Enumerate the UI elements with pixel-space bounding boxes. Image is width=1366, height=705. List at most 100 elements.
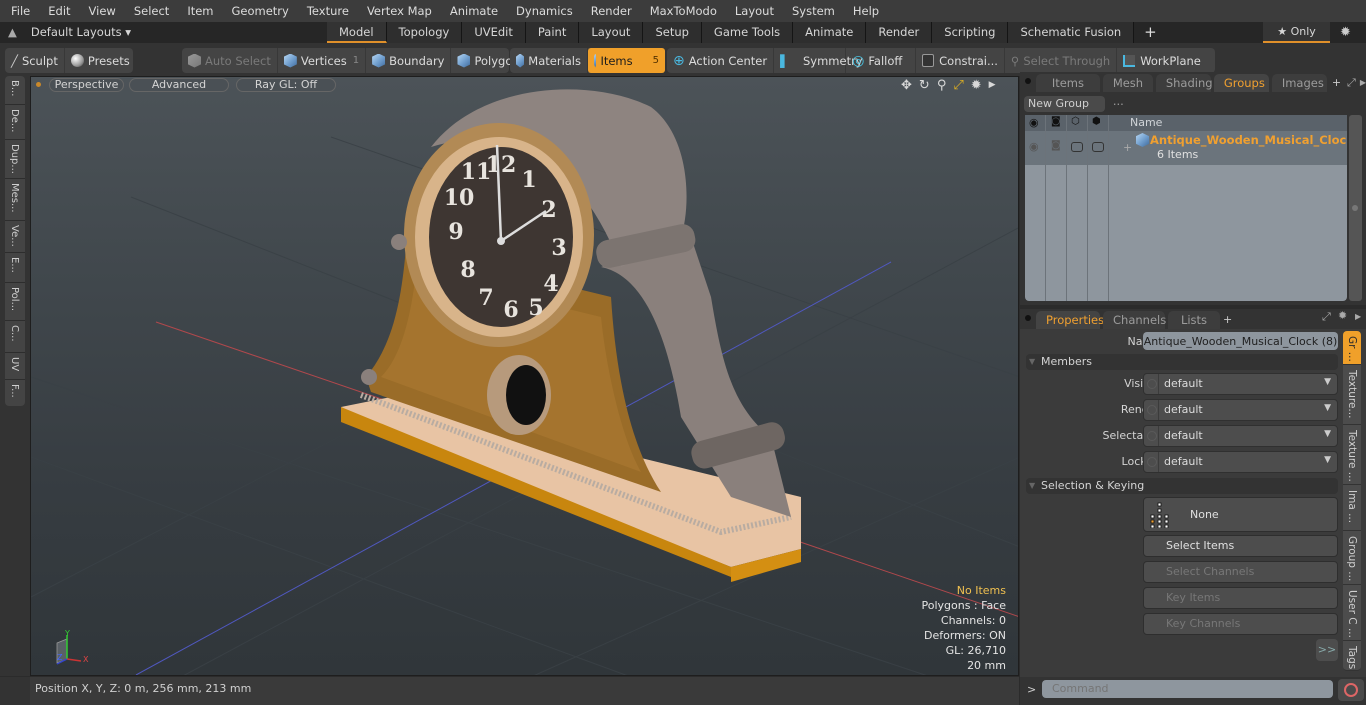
lock-cube-icon[interactable]: ⬢ <box>1092 116 1101 127</box>
tab-schematic-fusion[interactable]: Schematic Fusion <box>1008 22 1135 43</box>
left-tab-curve[interactable]: C... <box>5 321 25 353</box>
select-items-button[interactable]: Select Items <box>1143 535 1338 557</box>
row-camera-icon[interactable]: ◙ <box>1051 140 1061 151</box>
tab-uvedit[interactable]: UVEdit <box>462 22 526 43</box>
selectable-dropdown[interactable]: default ▼ <box>1143 425 1338 447</box>
menu-system[interactable]: System <box>783 0 844 22</box>
auto-select-button[interactable]: Auto Select <box>182 48 278 73</box>
only-toggle[interactable]: ★ Only <box>1263 22 1330 43</box>
select-channels-button[interactable]: Select Channels <box>1143 561 1338 583</box>
tab-model[interactable]: Model <box>327 22 387 43</box>
group-row[interactable]: ◉ ◙ + Antique_Wooden_Musical_Clock... 6 … <box>1025 131 1347 165</box>
selectable-cube-icon[interactable]: ⬡ <box>1071 116 1080 127</box>
menu-view[interactable]: View <box>80 0 125 22</box>
menu-vertex-map[interactable]: Vertex Map <box>358 0 441 22</box>
properties-gear-icon[interactable]: ✹ <box>1338 309 1347 322</box>
render-dropdown[interactable]: default ▼ <box>1143 399 1338 421</box>
boundary-button[interactable]: Boundary <box>366 48 452 73</box>
workplane-button[interactable]: WorkPlane <box>1117 48 1207 73</box>
locked-dropdown[interactable]: default ▼ <box>1143 451 1338 473</box>
side-tab-image[interactable]: Ima ... <box>1343 485 1361 531</box>
record-macro-button[interactable] <box>1338 679 1364 701</box>
add-properties-tab-button[interactable]: + <box>1223 311 1232 329</box>
maximize-icon-2[interactable]: ⤢ <box>1322 310 1331 324</box>
left-tab-deform[interactable]: De... <box>5 105 25 140</box>
tab-layout[interactable]: Layout <box>579 22 644 43</box>
visibility-eye-icon[interactable]: ◉ <box>1029 116 1039 129</box>
panel-menu-arrow-icon[interactable]: ▶ <box>1360 74 1366 92</box>
falloff-button[interactable]: ◎ Falloff <box>846 48 917 73</box>
symmetry-button[interactable]: ▌ Symmetry <box>774 48 863 73</box>
render-camera-icon[interactable]: ◙ <box>1051 116 1061 127</box>
tab-render[interactable]: Render <box>866 22 933 43</box>
menu-edit[interactable]: Edit <box>39 0 79 22</box>
left-tab-mesh-edit[interactable]: Mes... <box>5 179 25 221</box>
tab-shading[interactable]: Shading <box>1155 74 1213 92</box>
tab-game-tools[interactable]: Game Tools <box>701 22 794 43</box>
panel-menu-arrow-icon-2[interactable]: ▶ <box>1355 312 1361 321</box>
left-tab-uv[interactable]: UV <box>5 353 25 380</box>
tab-paint[interactable]: Paint <box>525 22 580 43</box>
row-selectable-checkbox[interactable] <box>1071 142 1083 152</box>
materials-button[interactable]: Materials <box>510 48 588 73</box>
name-field[interactable] <box>1143 332 1338 350</box>
add-tab-button[interactable]: + <box>1134 22 1167 43</box>
vertices-button[interactable]: Vertices 1 <box>278 48 367 73</box>
more-button[interactable]: >> <box>1316 639 1338 661</box>
side-tab-user-channels[interactable]: User C ... <box>1343 585 1361 641</box>
3d-viewport[interactable]: Perspective Advanced Ray GL: Off ✥ ↻ ⚲ ⤢… <box>30 76 1019 676</box>
menu-render[interactable]: Render <box>582 0 641 22</box>
menu-select[interactable]: Select <box>125 0 178 22</box>
tab-animate[interactable]: Animate <box>793 22 867 43</box>
left-tab-basic[interactable]: B... <box>5 76 25 105</box>
constraints-button[interactable]: Constrai... <box>916 48 1005 73</box>
row-lock-checkbox[interactable] <box>1092 142 1104 152</box>
left-tab-edge[interactable]: E... <box>5 253 25 283</box>
left-tab-polygon[interactable]: Pol... <box>5 283 25 321</box>
tab-lists[interactable]: Lists <box>1168 311 1220 329</box>
tab-setup[interactable]: Setup <box>643 22 702 43</box>
tab-items[interactable]: Items <box>1036 74 1100 92</box>
key-items-button[interactable]: Key Items <box>1143 587 1338 609</box>
side-tab-texture-2[interactable]: Texture ... <box>1343 425 1361 485</box>
sculpt-button[interactable]: ╱ Sculpt <box>5 48 65 73</box>
visible-dropdown[interactable]: default ▼ <box>1143 373 1338 395</box>
tab-groups[interactable]: Groups <box>1213 74 1269 92</box>
members-section[interactable]: Members <box>1026 354 1338 370</box>
maximize-icon[interactable]: ⤢ <box>1347 74 1356 92</box>
command-input[interactable] <box>1042 680 1333 698</box>
left-tab-vertex[interactable]: Ve... <box>5 221 25 253</box>
tab-topology[interactable]: Topology <box>386 22 463 43</box>
menu-help[interactable]: Help <box>844 0 888 22</box>
side-tab-group-2[interactable]: Group ... <box>1343 531 1361 585</box>
menu-dynamics[interactable]: Dynamics <box>507 0 582 22</box>
tab-scripting[interactable]: Scripting <box>932 22 1009 43</box>
add-panel-tab-button[interactable]: + <box>1332 74 1341 92</box>
left-tab-duplicate[interactable]: Dup... <box>5 140 25 179</box>
left-tab-fusion[interactable]: F... <box>5 380 25 406</box>
tab-mesh[interactable]: Mesh ... <box>1102 74 1153 108</box>
tab-properties[interactable]: Properties <box>1036 311 1104 329</box>
menu-layout[interactable]: Layout <box>726 0 783 22</box>
menu-file[interactable]: File <box>0 0 39 22</box>
selection-keying-section[interactable]: Selection & Keying <box>1026 478 1338 494</box>
menu-item[interactable]: Item <box>178 0 222 22</box>
gear-icon[interactable]: ✹ <box>1340 22 1351 43</box>
select-through-button[interactable]: ⚲ Select Through <box>1005 48 1118 73</box>
groups-scrollbar[interactable] <box>1349 115 1362 301</box>
menu-geometry[interactable]: Geometry <box>223 0 298 22</box>
side-tab-texture-1[interactable]: Texture... <box>1343 365 1361 425</box>
new-group-button[interactable]: New Group <box>1024 96 1105 112</box>
tab-images[interactable]: Images <box>1271 74 1327 92</box>
presets-button[interactable]: Presets <box>65 48 136 73</box>
side-tab-group[interactable]: Gr ... <box>1343 331 1361 365</box>
hierarchy-none-button[interactable]: None <box>1143 497 1338 532</box>
menu-animate[interactable]: Animate <box>441 0 507 22</box>
menu-maxtomodo[interactable]: MaxToModo <box>641 0 726 22</box>
key-channels-button[interactable]: Key Channels <box>1143 613 1338 635</box>
side-tab-tags[interactable]: Tags <box>1343 641 1361 671</box>
menu-texture[interactable]: Texture <box>298 0 358 22</box>
default-layouts-dropdown[interactable]: ▲ Default Layouts ▾ <box>8 22 131 43</box>
tab-channels[interactable]: Channels <box>1103 311 1166 329</box>
action-center-button[interactable]: ⊕ Action Center <box>667 48 775 73</box>
